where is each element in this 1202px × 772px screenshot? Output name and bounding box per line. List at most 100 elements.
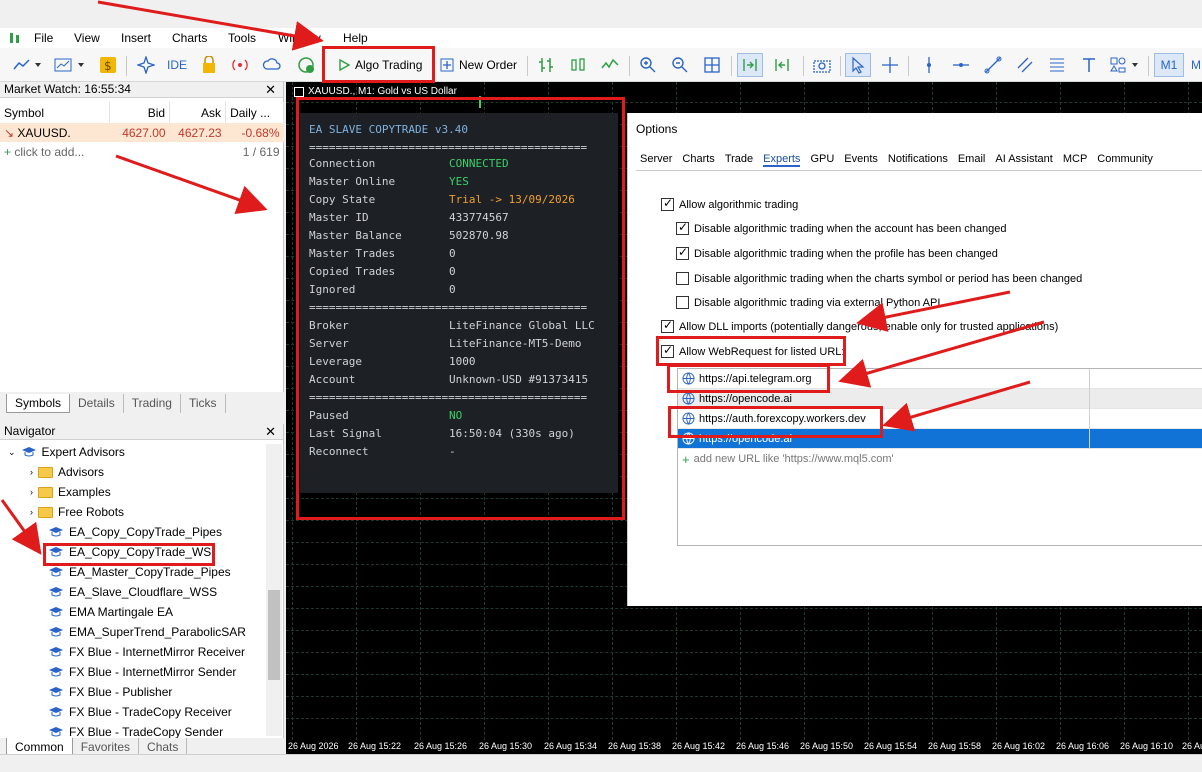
column-header-daily[interactable]: Daily ... bbox=[225, 102, 284, 123]
grid-line bbox=[292, 82, 293, 740]
checkbox-box[interactable] bbox=[661, 343, 674, 358]
url-row[interactable]: https://auth.forexcopy.workers.dev bbox=[678, 409, 1202, 429]
checkbox-box[interactable] bbox=[676, 245, 689, 260]
menu-insert[interactable]: Insert bbox=[121, 31, 151, 45]
cloud-icon[interactable] bbox=[261, 53, 283, 77]
vertical-line-icon[interactable] bbox=[918, 53, 940, 77]
tab-details[interactable]: Details bbox=[70, 394, 124, 413]
tile-windows-icon[interactable] bbox=[702, 53, 722, 77]
tab-email[interactable]: Email bbox=[958, 153, 986, 167]
disable-on-symbol-change-checkbox[interactable]: Disable algorithmic trading when the cha… bbox=[676, 272, 1082, 285]
checkbox-box[interactable] bbox=[676, 272, 689, 285]
checkbox-box[interactable] bbox=[661, 196, 674, 211]
url-row[interactable]: https://api.telegram.org bbox=[678, 369, 1202, 389]
tab-trade[interactable]: Trade bbox=[725, 153, 753, 167]
tree-item-ea[interactable]: EMA_SuperTrend_ParabolicSAR bbox=[48, 622, 246, 642]
tree-item-ea[interactable]: EA_Slave_Cloudflare_WSS bbox=[48, 582, 217, 602]
disable-python-api-checkbox[interactable]: Disable algorithmic trading via external… bbox=[676, 296, 940, 309]
screenshot-icon[interactable] bbox=[811, 53, 833, 77]
lock-icon[interactable] bbox=[199, 53, 219, 77]
tab-ticks[interactable]: Ticks bbox=[181, 394, 226, 413]
tab-community[interactable]: Community bbox=[1097, 153, 1153, 167]
tree-item-ea[interactable]: FX Blue - InternetMirror Receiver bbox=[48, 642, 245, 662]
add-symbol-row[interactable]: + click to add... 1 / 619 bbox=[0, 142, 284, 161]
tree-item-advisors[interactable]: › Advisors bbox=[30, 462, 104, 482]
signals-icon[interactable] bbox=[135, 53, 157, 77]
tab-events[interactable]: Events bbox=[844, 153, 878, 167]
new-order-button[interactable]: New Order bbox=[440, 53, 517, 77]
menu-file[interactable]: File bbox=[34, 31, 53, 45]
tree-item-ea[interactable]: EA_Master_CopyTrade_Pipes bbox=[48, 562, 231, 582]
tab-symbols[interactable]: Symbols bbox=[6, 394, 71, 413]
menu-tools[interactable]: Tools bbox=[228, 31, 256, 45]
url-row[interactable]: https://opencode.ai bbox=[678, 389, 1202, 409]
timeframe-m5-button[interactable]: M bbox=[1191, 53, 1201, 77]
checkbox-box[interactable] bbox=[676, 220, 689, 235]
bar-chart-icon[interactable] bbox=[536, 53, 556, 77]
menu-help[interactable]: Help bbox=[343, 31, 368, 45]
column-header-bid[interactable]: Bid bbox=[109, 102, 171, 123]
add-url-row[interactable]: + add new URL like 'https://www.mql5.com… bbox=[678, 449, 1202, 469]
candlestick-icon[interactable] bbox=[568, 53, 588, 77]
allow-dll-imports-checkbox[interactable]: Allow DLL imports (potentially dangerous… bbox=[661, 318, 1058, 333]
close-icon[interactable]: ✕ bbox=[265, 82, 276, 97]
chart-shift-icon[interactable] bbox=[769, 53, 795, 77]
horizontal-line-icon[interactable] bbox=[950, 53, 972, 77]
tab-mcp[interactable]: MCP bbox=[1063, 153, 1087, 167]
timeframe-m1-button[interactable]: M1 bbox=[1154, 53, 1184, 77]
menu-window[interactable]: Window bbox=[278, 31, 321, 45]
tab-experts[interactable]: Experts bbox=[763, 153, 801, 167]
tree-item-ea[interactable]: EA_Copy_CopyTrade_Pipes bbox=[48, 522, 222, 542]
channel-icon[interactable] bbox=[1014, 53, 1036, 77]
menu-view[interactable]: View bbox=[74, 31, 100, 45]
chart-type-icon[interactable] bbox=[10, 53, 44, 77]
tree-item-free-robots[interactable]: › Free Robots bbox=[30, 502, 124, 522]
tab-charts[interactable]: Charts bbox=[682, 153, 714, 167]
tab-trading[interactable]: Trading bbox=[124, 394, 181, 413]
allow-algo-trading-checkbox[interactable]: Allow algorithmic trading bbox=[661, 196, 798, 211]
checkbox-label: Disable algorithmic trading when the cha… bbox=[694, 272, 1083, 285]
ide-button[interactable]: IDE bbox=[167, 53, 187, 77]
tree-item-ea[interactable]: FX Blue - Publisher bbox=[48, 682, 172, 702]
disable-on-profile-change-checkbox[interactable]: Disable algorithmic trading when the pro… bbox=[676, 245, 998, 260]
tab-ai-assistant[interactable]: AI Assistant bbox=[995, 153, 1052, 167]
checkbox-box[interactable] bbox=[661, 318, 674, 333]
cursor-icon[interactable] bbox=[845, 53, 871, 77]
tree-item-ea[interactable]: FX Blue - TradeCopy Sender bbox=[48, 722, 223, 738]
zoom-in-icon[interactable] bbox=[638, 53, 658, 77]
tree-item-expert-advisors[interactable]: ⌄ Expert Advisors bbox=[8, 442, 125, 462]
line-chart-icon[interactable] bbox=[600, 53, 620, 77]
fibonacci-icon[interactable] bbox=[1046, 53, 1068, 77]
tree-item-ea[interactable]: EMA Martingale EA bbox=[48, 602, 173, 622]
zoom-out-icon[interactable] bbox=[670, 53, 690, 77]
tab-server[interactable]: Server bbox=[640, 153, 672, 167]
allow-webrequest-checkbox[interactable]: Allow WebRequest for listed URL: bbox=[661, 343, 844, 358]
navigator-scrollbar[interactable] bbox=[266, 444, 282, 736]
time-label: 26 Aug 15:42 bbox=[672, 741, 726, 751]
vps-icon[interactable] bbox=[295, 53, 317, 77]
chart-template-icon[interactable] bbox=[52, 53, 88, 77]
scrollbar-thumb[interactable] bbox=[268, 590, 280, 680]
auto-scroll-icon[interactable] bbox=[737, 53, 763, 77]
url-row[interactable]: https://opencode.ai bbox=[678, 429, 1202, 449]
close-icon[interactable]: ✕ bbox=[265, 424, 276, 439]
tree-item-examples[interactable]: › Examples bbox=[30, 482, 111, 502]
tab-notifications[interactable]: Notifications bbox=[888, 153, 948, 167]
shapes-icon[interactable] bbox=[1108, 53, 1142, 77]
trendline-icon[interactable] bbox=[982, 53, 1004, 77]
disable-on-account-change-checkbox[interactable]: Disable algorithmic trading when the acc… bbox=[676, 220, 1006, 235]
crosshair-icon[interactable] bbox=[879, 53, 901, 77]
text-tool-icon[interactable] bbox=[1078, 53, 1100, 77]
column-header-symbol[interactable]: Symbol bbox=[0, 102, 111, 123]
tree-item-ea[interactable]: EA_Copy_CopyTrade_WS bbox=[48, 542, 211, 562]
algo-trading-button[interactable]: Algo Trading bbox=[334, 53, 430, 77]
table-row[interactable]: ↘ XAUUSD. 4627.00 4627.23 -0.68% bbox=[0, 123, 284, 142]
menu-charts[interactable]: Charts bbox=[172, 31, 207, 45]
checkbox-box[interactable] bbox=[676, 296, 689, 309]
market-icon[interactable]: $ bbox=[97, 53, 119, 77]
tree-item-ea[interactable]: FX Blue - TradeCopy Receiver bbox=[48, 702, 232, 722]
column-header-ask[interactable]: Ask bbox=[169, 102, 227, 123]
tab-gpu[interactable]: GPU bbox=[810, 153, 834, 167]
broadcast-icon[interactable] bbox=[229, 53, 251, 77]
tree-item-ea[interactable]: FX Blue - InternetMirror Sender bbox=[48, 662, 236, 682]
